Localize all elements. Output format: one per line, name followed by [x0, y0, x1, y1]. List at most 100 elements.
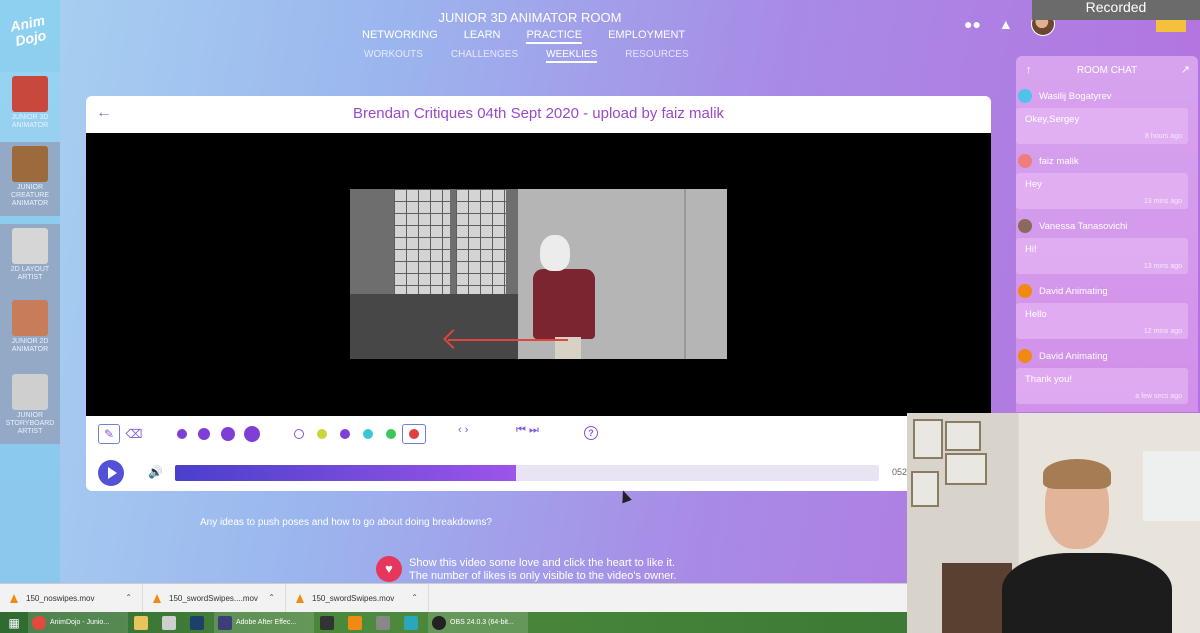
- users-icon[interactable]: ●●: [964, 16, 981, 32]
- chat-text: Okey,Sergey: [1025, 114, 1080, 125]
- nav-learn[interactable]: LEARN: [464, 29, 501, 44]
- video-frame: [350, 189, 727, 359]
- nav-employment[interactable]: EMPLOYMENT: [608, 29, 685, 44]
- nav-practice[interactable]: PRACTICE: [526, 29, 583, 44]
- brush-size-dot[interactable]: [244, 426, 260, 442]
- wall-picture: [911, 471, 939, 507]
- progress-bar[interactable]: [175, 465, 879, 481]
- windows-start-icon[interactable]: ▦: [0, 612, 28, 633]
- chat-username[interactable]: Vanessa Tanasovichi: [1039, 221, 1127, 232]
- room-thumbnail: [12, 228, 48, 264]
- room-junior-creature-animator[interactable]: JUNIOR CREATURE ANIMATOR: [0, 142, 60, 216]
- after-effects-icon: [218, 615, 232, 630]
- menu-chip[interactable]: [1156, 20, 1186, 32]
- subnav-weeklies[interactable]: WEEKLIES: [546, 49, 598, 63]
- chat-username[interactable]: David Animating: [1039, 351, 1108, 362]
- user-avatar[interactable]: [1018, 154, 1032, 168]
- chat-header: ↑ ROOM CHAT ↗: [1016, 56, 1198, 84]
- scene-building-left: [394, 189, 450, 294]
- chevron-up-icon[interactable]: ⌃: [411, 593, 418, 602]
- brush-size-dot[interactable]: [177, 429, 187, 439]
- tool-icon[interactable]: [372, 612, 398, 633]
- obs-icon: [432, 615, 446, 630]
- subnav-resources[interactable]: RESOURCES: [625, 49, 688, 63]
- download-item[interactable]: 150_swordSwipes.mov ⌃: [286, 584, 429, 613]
- color-swatch[interactable]: [317, 429, 327, 439]
- brush-size-dot[interactable]: [198, 428, 210, 440]
- chat-message-header: David Animating: [1016, 279, 1198, 303]
- heart-like-button[interactable]: ♥: [376, 556, 402, 582]
- vlc-cone-icon: [153, 594, 161, 603]
- chevron-up-icon[interactable]: ⌃: [268, 593, 275, 602]
- bell-icon[interactable]: ▲: [999, 16, 1013, 32]
- color-swatch[interactable]: [363, 429, 373, 439]
- taskbar-chrome[interactable]: AnimDojo - Junio...: [28, 612, 128, 633]
- subnav-workouts[interactable]: WORKOUTS: [364, 49, 423, 63]
- play-button[interactable]: [98, 460, 124, 486]
- skip-start-end-icon[interactable]: ⏮ ⏭: [516, 424, 539, 437]
- nav-networking[interactable]: NETWORKING: [362, 29, 438, 44]
- time-readout: 052: [892, 467, 908, 477]
- person-hair: [1043, 459, 1111, 489]
- vlc-icon[interactable]: [344, 612, 370, 633]
- chat-username[interactable]: David Animating: [1039, 286, 1108, 297]
- brush-size-dot[interactable]: [221, 427, 235, 441]
- photoshop-icon[interactable]: [186, 612, 212, 633]
- user-avatar[interactable]: [1018, 349, 1032, 363]
- taskbar-label: OBS 24.0.3 (64-bit...: [450, 619, 514, 626]
- download-item[interactable]: 150_swordSwipes....mov ⌃: [143, 584, 286, 613]
- eraser-icon[interactable]: ⌫: [126, 424, 143, 444]
- user-avatar[interactable]: [1018, 284, 1032, 298]
- anim-dojo-logo[interactable]: Anim Dojo: [5, 12, 56, 58]
- video-player[interactable]: [86, 133, 991, 416]
- room-junior-3d-animator[interactable]: JUNIOR 3D ANIMATOR: [0, 72, 60, 146]
- pencil-icon[interactable]: ✎: [98, 424, 120, 444]
- color-swatch[interactable]: [294, 429, 304, 439]
- chat-time: 12 mins ago: [1143, 328, 1182, 335]
- chat-username[interactable]: faiz malik: [1039, 156, 1079, 167]
- subnav-challenges[interactable]: CHALLENGES: [451, 49, 518, 63]
- scene-floor: [350, 294, 518, 359]
- taskbar-label: Adobe After Effec...: [236, 619, 297, 626]
- archive-icon[interactable]: [158, 612, 184, 633]
- wall-picture: [945, 453, 987, 485]
- room-title: JUNIOR 3D ANIMATOR ROOM: [438, 10, 622, 25]
- chat-message-header: Wasilij Bogatyrev: [1016, 84, 1198, 108]
- room-junior-storyboard-artist[interactable]: JUNIOR STORYBOARD ARTIST: [0, 370, 60, 444]
- help-icon[interactable]: ?: [584, 426, 598, 440]
- download-filename: 150_noswipes.mov: [26, 594, 95, 603]
- vlc-cone-icon: [296, 594, 304, 603]
- taskbar-after-effects[interactable]: Adobe After Effec...: [214, 612, 314, 633]
- room-thumbnail: [12, 374, 48, 410]
- user-avatar[interactable]: [1018, 219, 1032, 233]
- drawing-toolbar: ✎ ⌫ ‹ › ⏮ ⏭ ?: [86, 416, 991, 452]
- room-thumbnail: [12, 146, 48, 182]
- room-2d-layout-artist[interactable]: 2D LAYOUT ARTIST: [0, 224, 60, 298]
- room-thumbnail: [12, 76, 48, 112]
- room-sidebar: Anim Dojo JUNIOR 3D ANIMATOR JUNIOR CREA…: [0, 0, 60, 583]
- color-swatch[interactable]: [386, 429, 396, 439]
- color-swatch[interactable]: [409, 429, 419, 439]
- paw-app-icon[interactable]: [316, 612, 342, 633]
- volume-icon[interactable]: 🔊: [148, 465, 163, 479]
- chevron-up-icon[interactable]: ⌃: [125, 593, 132, 602]
- chat-text: Hi!: [1025, 244, 1037, 255]
- chat-time: 13 mins ago: [1143, 198, 1182, 205]
- maya-icon[interactable]: [400, 612, 426, 633]
- download-item[interactable]: 150_noswipes.mov ⌃: [0, 584, 143, 613]
- chat-message: David Animating Thank you! a few secs ago: [1016, 344, 1198, 404]
- chat-text: Thank you!: [1025, 374, 1072, 385]
- person-shirt: [1002, 553, 1172, 633]
- prev-next-frame-icon[interactable]: ‹ ›: [458, 424, 468, 436]
- chat-username[interactable]: Wasilij Bogatyrev: [1039, 91, 1112, 102]
- external-link-icon[interactable]: ↗: [1181, 63, 1190, 76]
- taskbar-obs[interactable]: OBS 24.0.3 (64-bit...: [428, 612, 528, 633]
- color-swatch[interactable]: [340, 429, 350, 439]
- user-avatar[interactable]: [1018, 89, 1032, 103]
- window: [1143, 451, 1200, 521]
- chat-message: faiz malik Hey 13 mins ago: [1016, 149, 1198, 209]
- room-junior-2d-animator[interactable]: JUNIOR 2D ANIMATOR: [0, 296, 60, 370]
- love-line-1: Show this video some love and click the …: [409, 557, 675, 569]
- file-explorer-icon[interactable]: [130, 612, 156, 633]
- chat-time: 8 hours ago: [1145, 133, 1182, 140]
